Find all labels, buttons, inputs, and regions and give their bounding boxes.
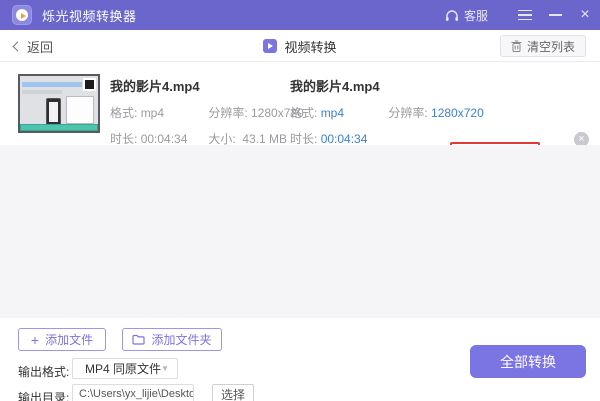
trash-icon — [511, 40, 522, 52]
add-file-button[interactable]: + 添加文件 — [18, 328, 106, 351]
clear-list-button[interactable]: 清空列表 — [500, 35, 586, 57]
customer-support-button[interactable]: 客服 — [445, 7, 488, 24]
logo-play-icon — [21, 13, 26, 19]
video-thumbnail — [18, 74, 100, 133]
chevron-down-icon: ▼ — [161, 364, 169, 373]
output-file-info: 我的影片4.mp4 格式: mp4 分辨率: 1280x720 时长: 00:0… — [290, 76, 484, 147]
toolbar: 返回 视频转换 清空列表 — [0, 30, 600, 62]
back-chevron-icon — [13, 41, 23, 51]
output-format-select[interactable]: MP4 同原文件 ▼ — [72, 358, 178, 379]
customer-support-label: 客服 — [464, 7, 488, 24]
add-file-label: 添加文件 — [45, 331, 93, 348]
plus-icon: + — [31, 333, 39, 347]
source-file-info: 我的影片4.mp4 格式: mp4 分辨率: 1280x720 时长: 00:0… — [110, 76, 304, 147]
app-title: 烁光视频转换器 — [42, 6, 137, 25]
titlebar: 烁光视频转换器 客服 × — [0, 0, 600, 30]
back-button[interactable]: 返回 — [14, 30, 53, 62]
close-icon: × — [580, 7, 589, 23]
app-window: 烁光视频转换器 客服 × 返回 — [0, 0, 600, 401]
clear-list-label: 清空列表 — [527, 38, 575, 55]
convert-all-button[interactable]: 全部转换 — [470, 345, 586, 378]
minimize-button[interactable] — [540, 0, 570, 30]
thumbnail-bottom-bar — [20, 124, 98, 131]
headset-icon — [445, 9, 459, 22]
back-label: 返回 — [27, 37, 53, 56]
source-format: 格式: mp4 — [110, 104, 205, 121]
output-format-selected-value: MP4 同原文件 — [73, 360, 161, 377]
file-list-item: 我的影片4.mp4 格式: mp4 分辨率: 1280x720 时长: 00:0… — [0, 62, 600, 145]
output-dir-field-label: 输出目录: — [18, 389, 69, 401]
page-title: 视频转换 — [284, 37, 336, 56]
thumbnail-qr-code — [83, 78, 96, 91]
source-filename: 我的影片4.mp4 — [110, 76, 304, 95]
output-format: 格式: mp4 — [290, 104, 385, 121]
output-filename: 我的影片4.mp4 — [290, 76, 484, 95]
output-dir-input[interactable]: C:\Users\yx_lijie\Deskto... — [72, 384, 194, 401]
thumbnail-window — [66, 96, 94, 124]
add-folder-label: 添加文件夹 — [151, 331, 211, 348]
add-folder-button[interactable]: 添加文件夹 — [122, 328, 222, 351]
titlebar-controls: 客服 × — [445, 0, 600, 30]
hamburger-icon — [518, 7, 532, 24]
video-convert-icon — [263, 39, 277, 53]
folder-icon — [132, 334, 145, 345]
close-button[interactable]: × — [570, 0, 600, 30]
empty-list-area — [0, 145, 600, 318]
minimize-icon — [549, 14, 562, 16]
browse-button[interactable]: 选择 — [212, 384, 254, 401]
menu-button[interactable] — [510, 0, 540, 30]
app-logo-icon — [12, 5, 32, 25]
output-resolution: 分辨率: 1280x720 — [388, 104, 483, 121]
output-format-field-label: 输出格式: — [18, 363, 69, 380]
bottom-panel: + 添加文件 添加文件夹 输出格式: MP4 同原文件 ▼ 输出目录: C:\U… — [0, 318, 600, 401]
